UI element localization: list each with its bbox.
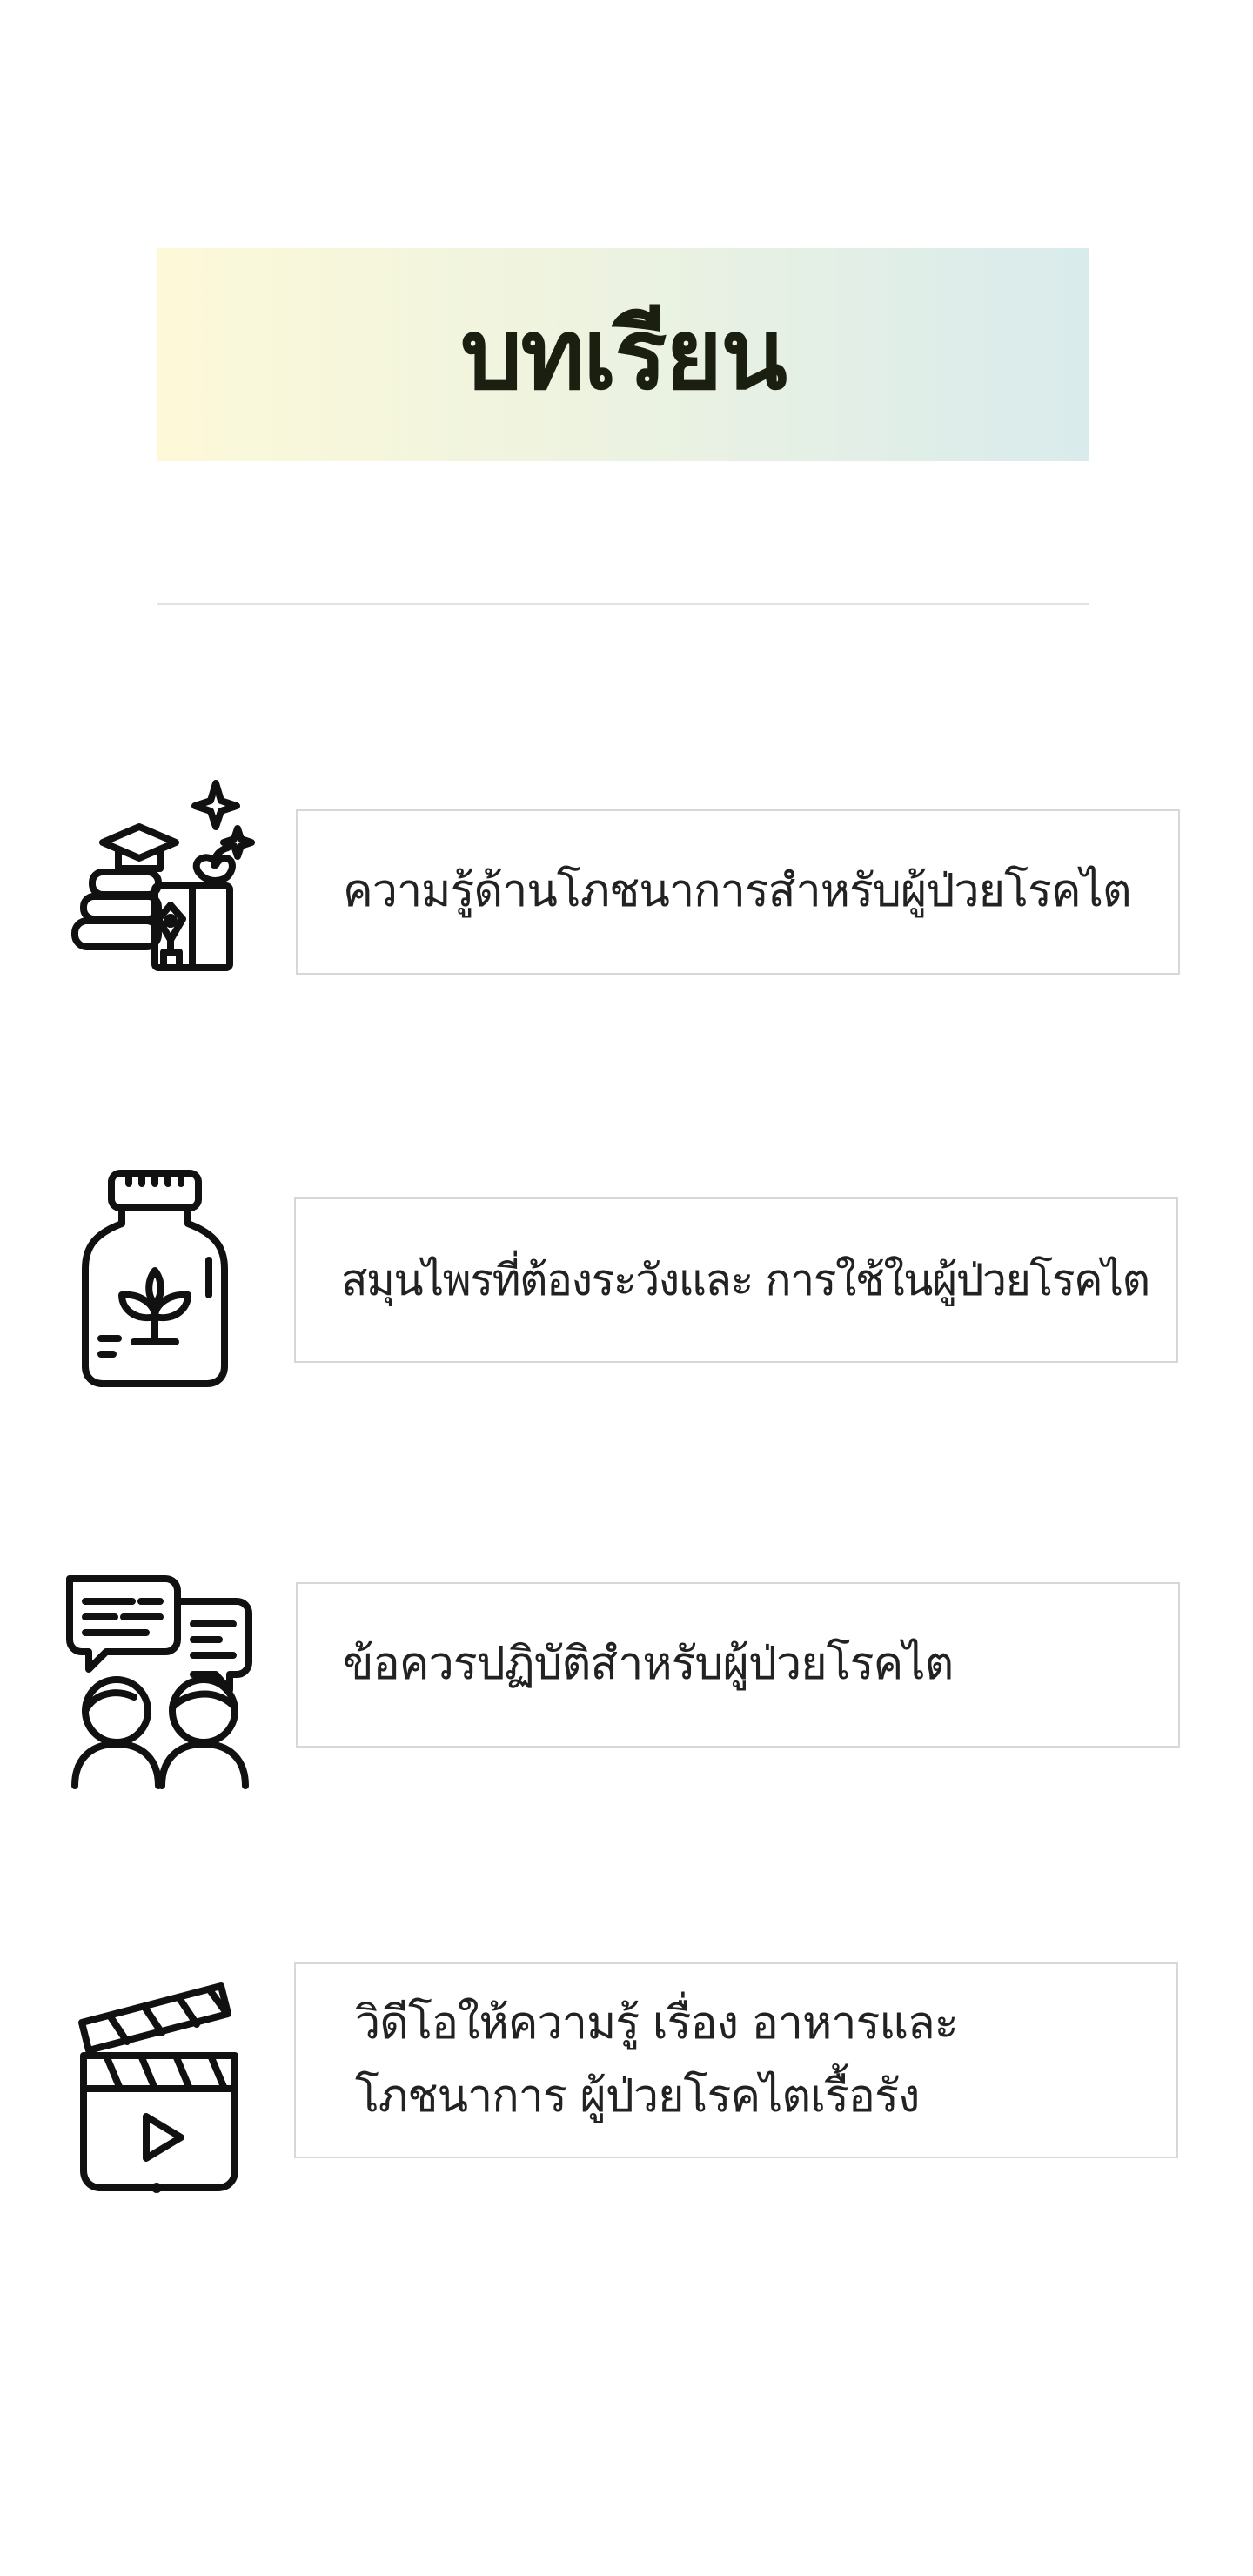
video-clapperboard-icon bbox=[71, 1969, 271, 2195]
lesson-label: ข้อควรปฏิบัติสำหรับผู้ป่วยโรคไต bbox=[343, 1638, 954, 1691]
people-conversation-icon bbox=[63, 1566, 263, 1793]
lesson-card-video[interactable]: วิดีโอให้ความรู้ เรื่อง อาหารและโภชนาการ… bbox=[294, 1962, 1178, 2158]
page-title: บทเรียน bbox=[460, 298, 787, 412]
lesson-card-guidelines[interactable]: ข้อควรปฏิบัติสำหรับผู้ป่วยโรคไต bbox=[296, 1582, 1180, 1748]
lesson-card-nutrition[interactable]: ความรู้ด้านโภชนาการสำหรับผู้ป่วยโรคไต bbox=[296, 809, 1180, 975]
herbal-medicine-bottle-icon bbox=[68, 1164, 268, 1391]
lesson-label: สมุนไพรที่ต้องระวังและ การใช้ในผู้ป่วยโร… bbox=[341, 1255, 1150, 1305]
education-books-icon bbox=[68, 775, 268, 1001]
lesson-label: วิดีโอให้ความรู้ เรื่อง อาหารและโภชนาการ… bbox=[355, 1997, 959, 2123]
lesson-card-herbs[interactable]: สมุนไพรที่ต้องระวังและ การใช้ในผู้ป่วยโร… bbox=[294, 1197, 1178, 1363]
title-banner: บทเรียน bbox=[157, 248, 1089, 461]
divider bbox=[157, 603, 1089, 605]
lesson-label: ความรู้ด้านโภชนาการสำหรับผู้ป่วยโรคไต bbox=[343, 865, 1132, 918]
